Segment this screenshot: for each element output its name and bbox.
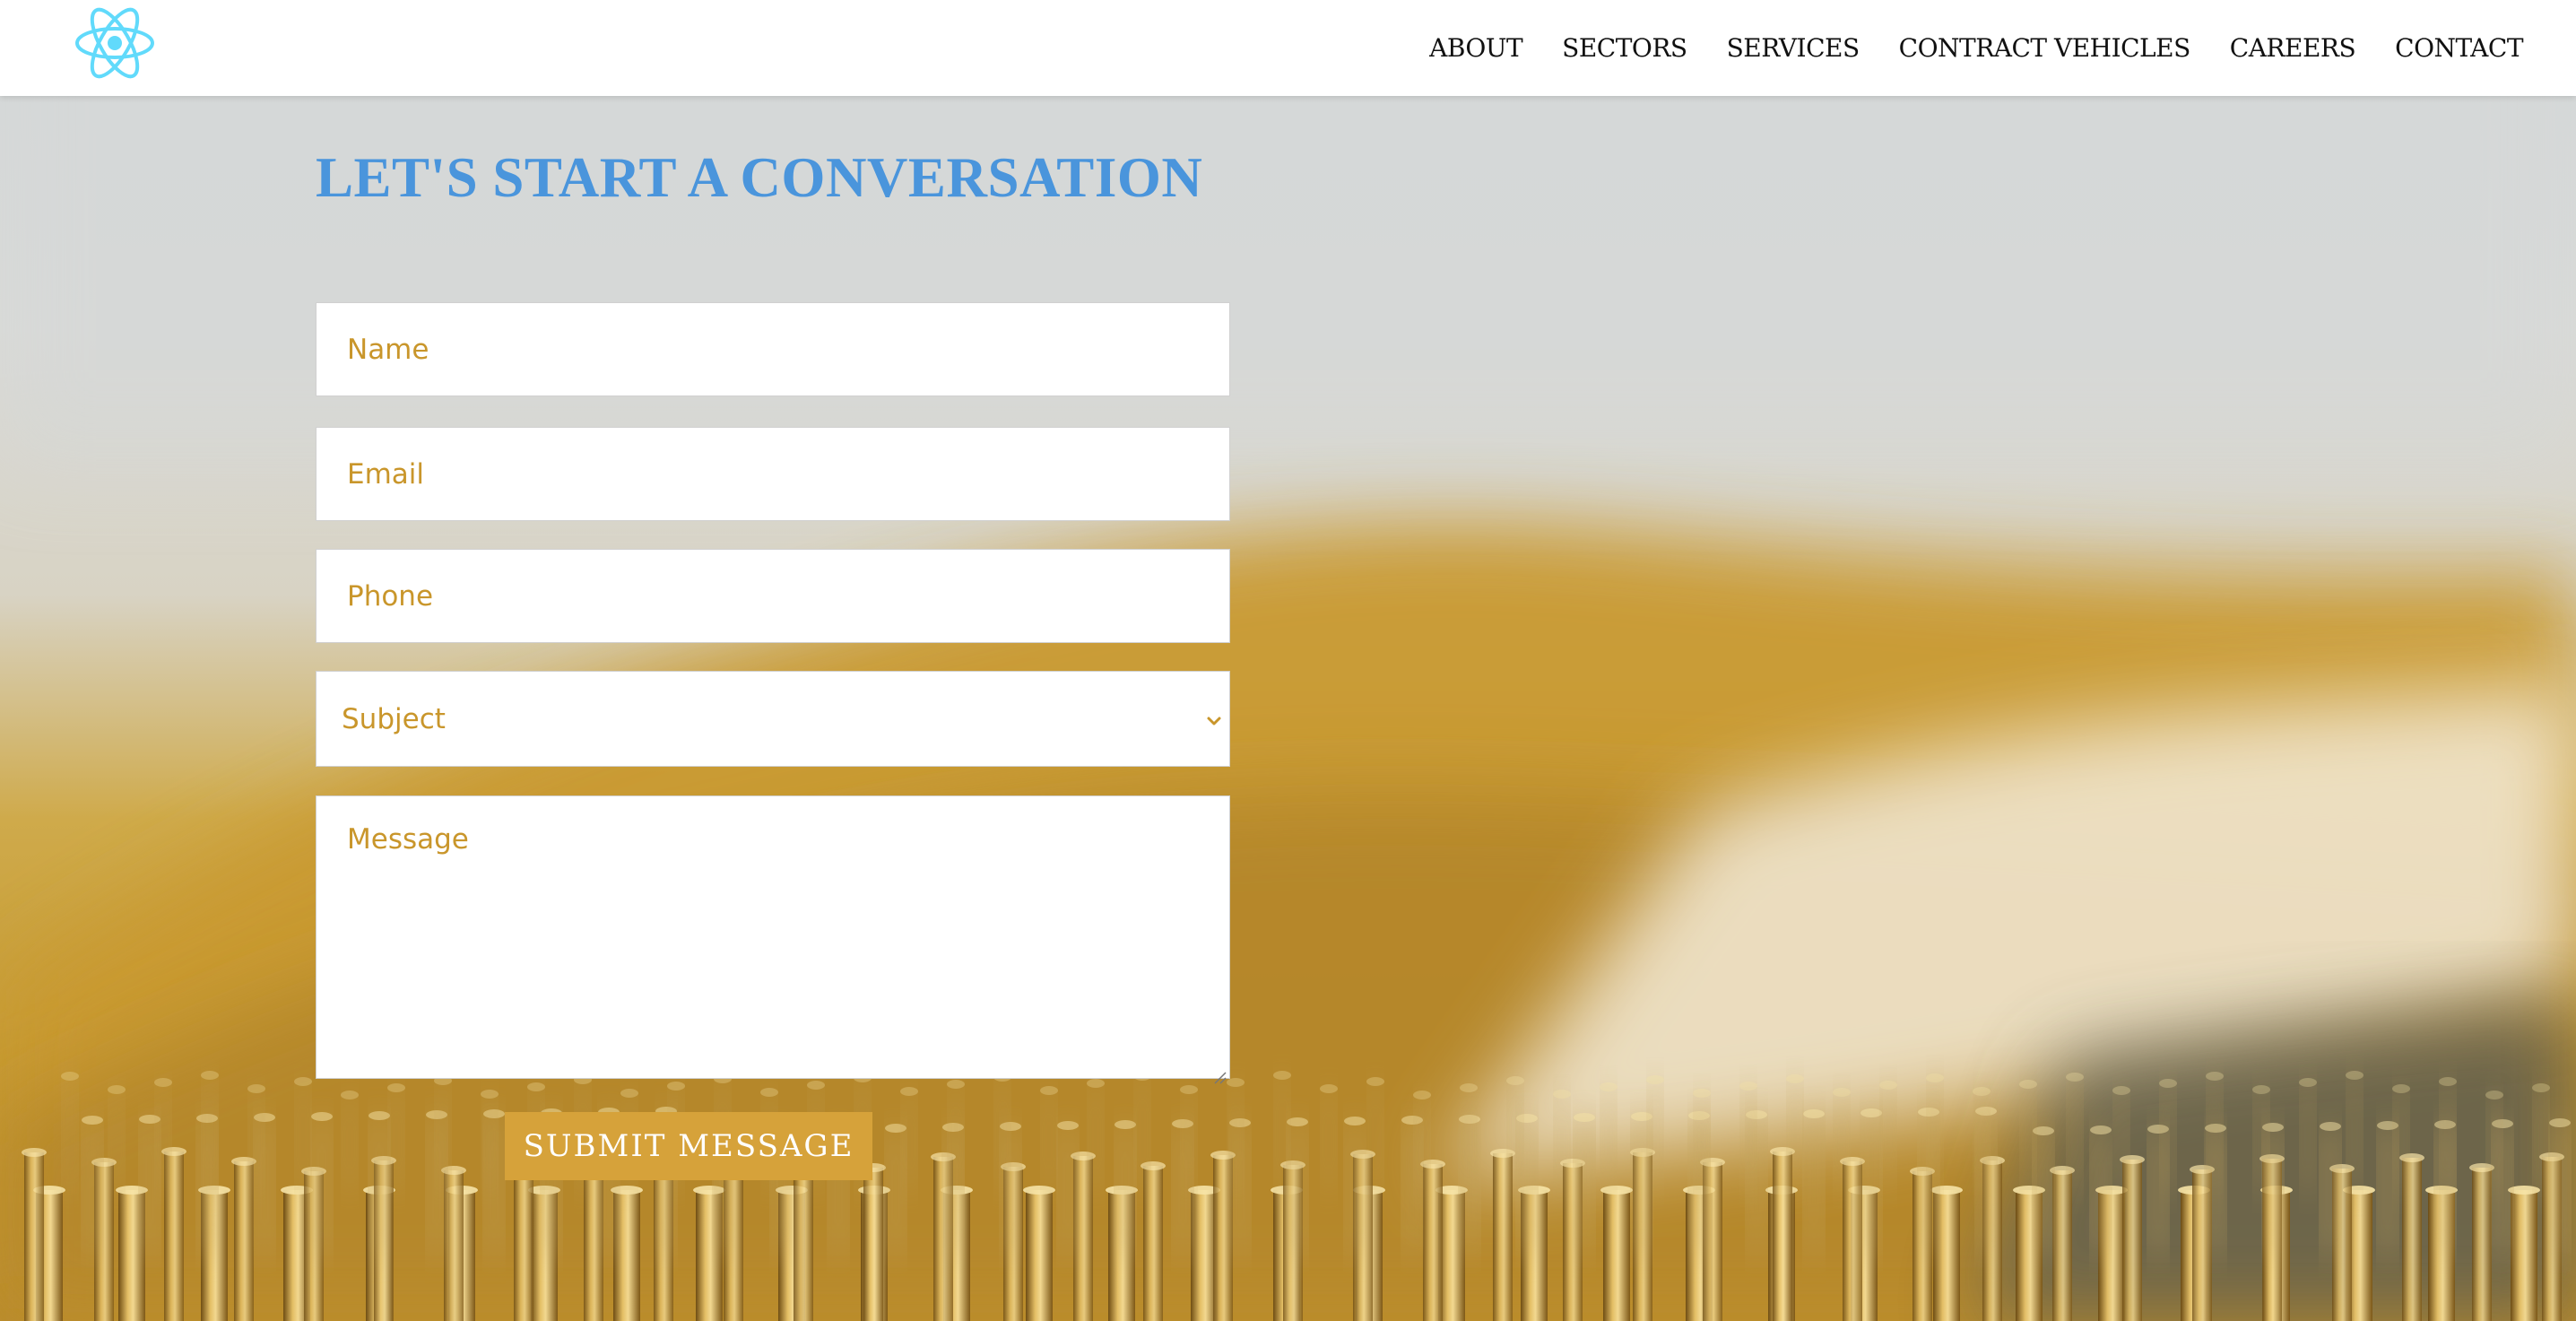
email-field[interactable] [316,427,1230,521]
subject-select[interactable]: Subject [316,671,1230,767]
name-field[interactable] [316,302,1230,396]
nav-sectors[interactable]: SECTORS [1562,33,1687,63]
contact-page: ABOUT SECTORS SERVICES CONTRACT VEHICLES… [0,0,2576,1321]
phone-field[interactable] [316,549,1230,643]
chevron-down-icon [1204,706,1224,726]
submit-message-button[interactable]: SUBMIT MESSAGE [505,1112,872,1180]
resize-handle-icon[interactable] [1211,1060,1227,1084]
main-nav: ABOUT SECTORS SERVICES CONTRACT VEHICLES… [1429,0,2523,96]
page-title: LET'S START A CONVERSATION [316,146,1203,209]
nav-contract-vehicles[interactable]: CONTRACT VEHICLES [1899,33,2191,63]
nav-contact[interactable]: CONTACT [2395,33,2523,63]
message-field[interactable]: Message [316,795,1230,1084]
nav-services[interactable]: SERVICES [1727,33,1860,63]
message-placeholder: Message [347,823,469,856]
nav-about[interactable]: ABOUT [1429,33,1523,63]
subject-selected-value: Subject [342,702,446,735]
site-header: ABOUT SECTORS SERVICES CONTRACT VEHICLES… [0,0,2576,96]
nav-careers[interactable]: CAREERS [2230,33,2356,63]
react-logo-icon[interactable] [72,5,158,81]
